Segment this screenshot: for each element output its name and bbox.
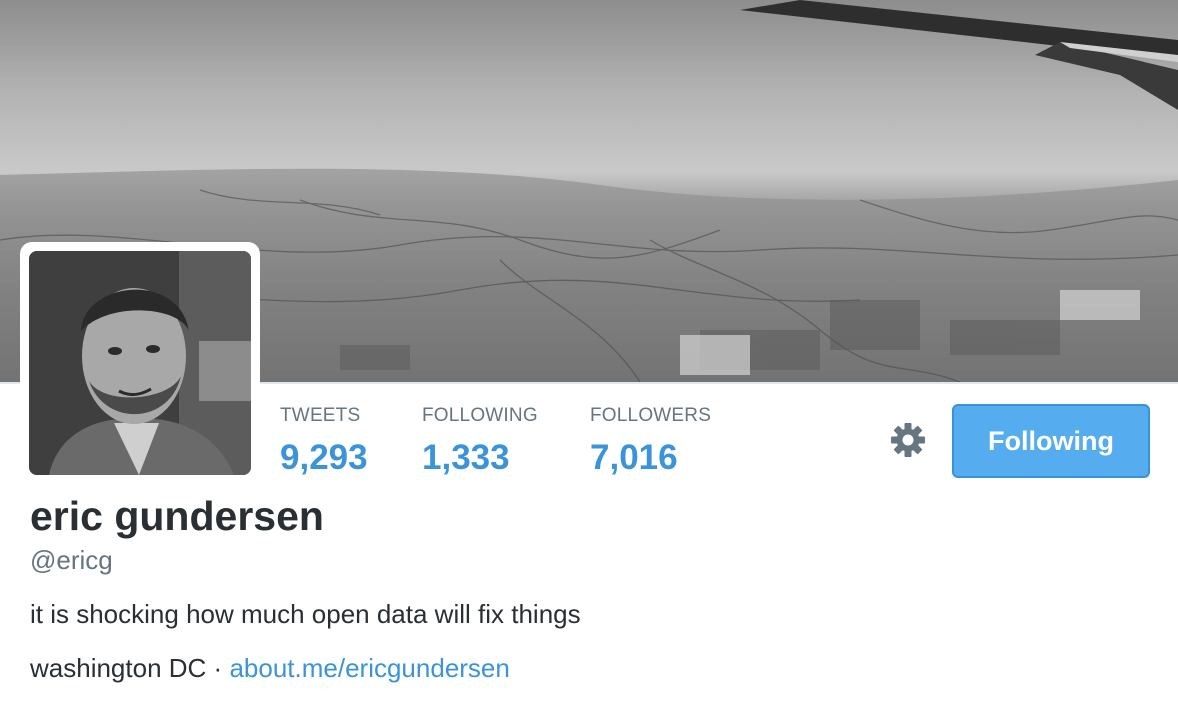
stat-following-label: FOLLOWING	[422, 405, 538, 426]
profile-meta: washington DC · about.me/ericgundersen	[30, 651, 510, 685]
avatar-photo	[29, 251, 251, 475]
profile-bio: it is shocking how much open data will f…	[30, 599, 581, 629]
stat-followers-label: FOLLOWERS	[590, 405, 712, 426]
profile-handle[interactable]: @ericg	[30, 543, 113, 577]
avatar[interactable]	[20, 242, 260, 484]
profile-page: TWEETS 9,293 FOLLOWING 1,333 FOLLOWERS 7…	[0, 0, 1178, 704]
gear-icon[interactable]	[888, 420, 928, 460]
profile-website-link[interactable]: about.me/ericgundersen	[229, 653, 509, 683]
profile-location: washington DC	[30, 653, 207, 683]
stat-followers[interactable]: FOLLOWERS 7,016	[590, 404, 711, 480]
following-button[interactable]: Following	[952, 404, 1150, 478]
stat-following[interactable]: FOLLOWING 1,333	[422, 404, 538, 480]
stat-following-value: 1,333	[422, 438, 510, 477]
stat-tweets-value: 9,293	[280, 438, 368, 477]
stat-followers-value: 7,016	[590, 438, 678, 477]
stat-tweets-label: TWEETS	[280, 405, 361, 426]
stat-tweets[interactable]: TWEETS 9,293	[280, 404, 368, 480]
meta-separator: ·	[213, 653, 223, 683]
profile-name: eric gundersen	[30, 493, 324, 539]
